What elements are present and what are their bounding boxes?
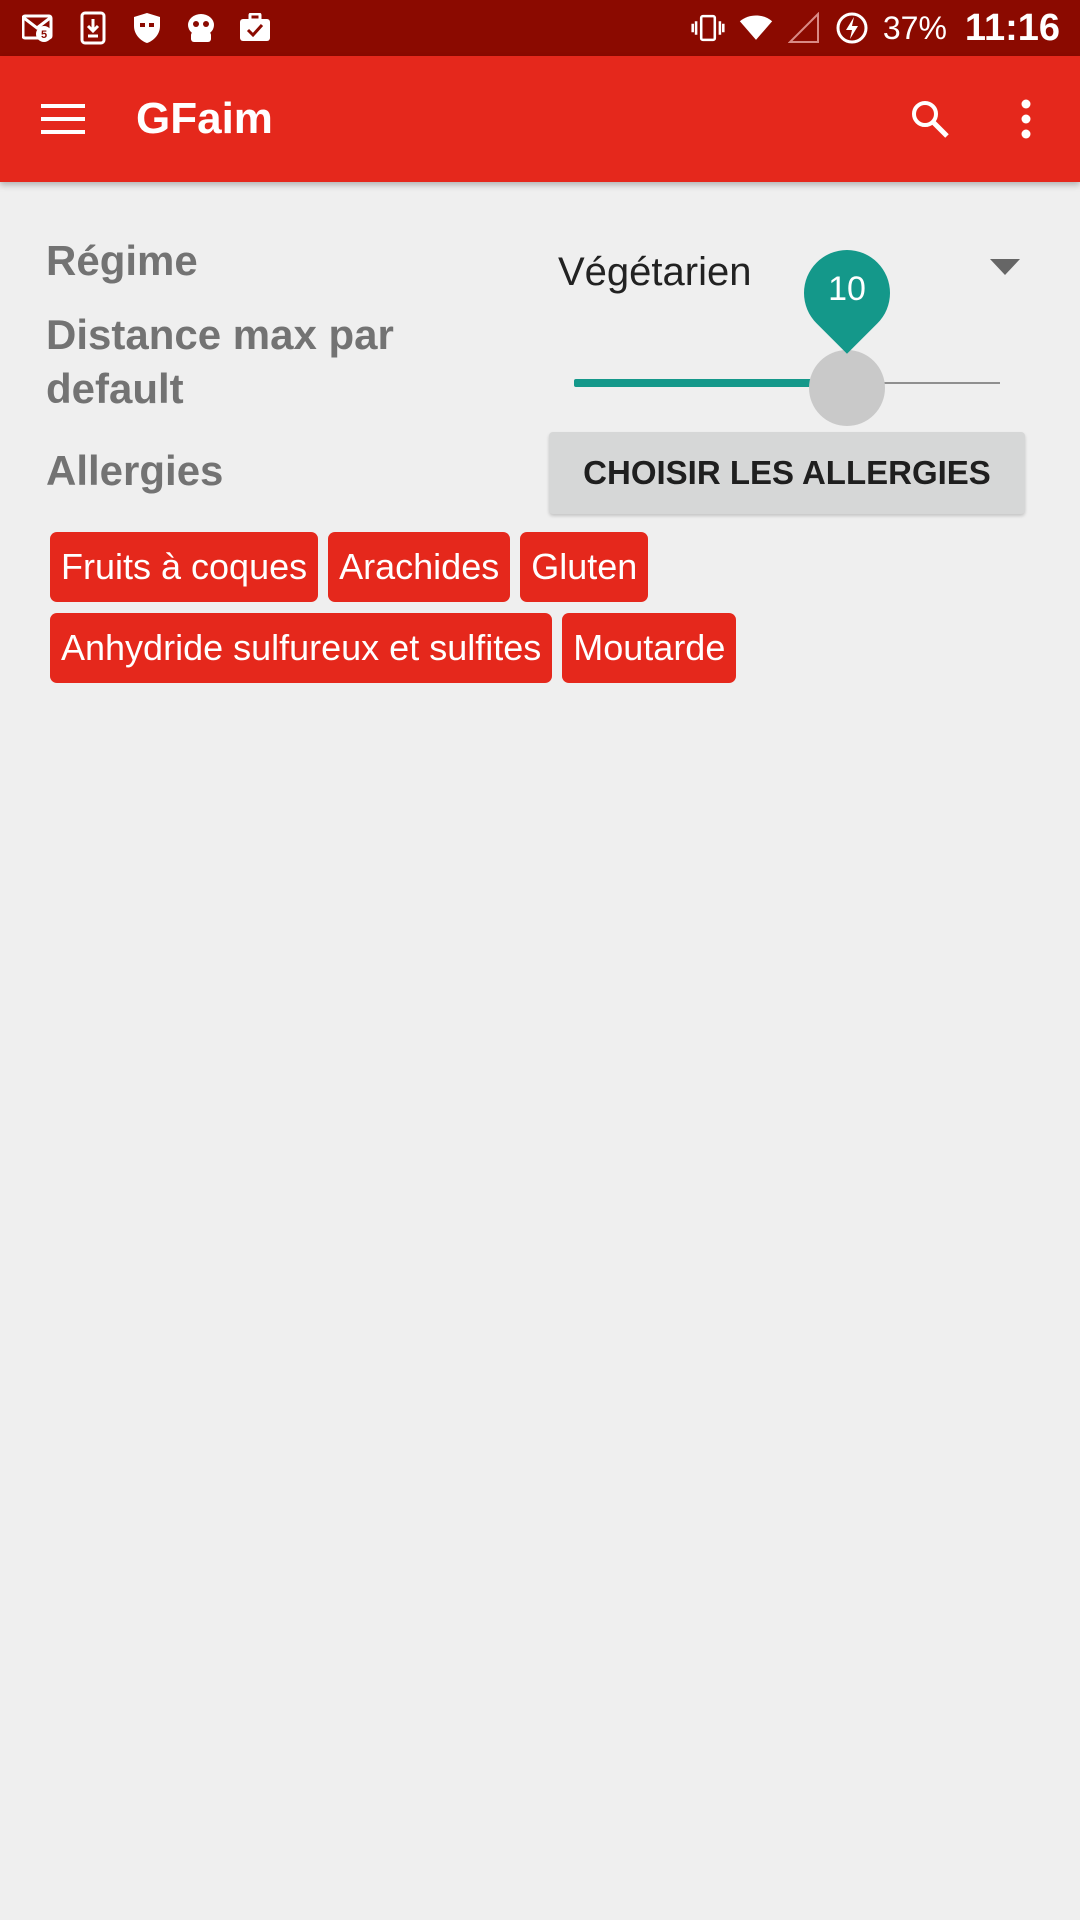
status-bar: 5 37% 11:16 [0, 0, 1080, 56]
signal-icon [787, 11, 821, 45]
gmail-badge: 5 [41, 29, 47, 41]
slider-thumb[interactable] [809, 350, 885, 426]
allergy-chip[interactable]: Anhydride sulfureux et sulfites [50, 613, 553, 683]
battery-percent: 37% [882, 9, 947, 46]
dropdown-arrow-icon [990, 259, 1020, 275]
briefcase-check-icon [238, 11, 272, 45]
regime-dropdown[interactable]: Végétarien [558, 237, 1028, 307]
more-options-icon[interactable] [986, 79, 1066, 159]
regime-label: Régime [46, 237, 198, 284]
settings-form: Régime Végétarien Distance max par defau… [0, 182, 1080, 1920]
distance-slider[interactable]: 10 [574, 232, 1000, 426]
allergy-chip[interactable]: Arachides [328, 532, 511, 602]
allergies-label: Allergies [46, 447, 224, 494]
slider-value: 10 [828, 270, 866, 308]
gmail-icon: 5 [22, 11, 56, 45]
notification-icons: 5 [0, 11, 292, 45]
cyanogen-icon [184, 11, 218, 45]
menu-icon[interactable] [28, 84, 98, 154]
download-icon [76, 11, 110, 45]
search-icon[interactable] [890, 79, 970, 159]
distance-label: Distance max par default [46, 311, 394, 412]
vibrate-icon [691, 11, 725, 45]
allergy-chips: Fruits à coques Arachides Gluten Anhydride … [50, 532, 1030, 694]
app-bar: GFaim [0, 56, 1080, 182]
allergy-chip[interactable]: Gluten [520, 532, 649, 602]
allergy-chip[interactable]: Moutarde [562, 613, 737, 683]
allergy-chip[interactable]: Fruits à coques [50, 532, 319, 602]
slider-fill [574, 379, 847, 387]
wifi-icon [739, 11, 773, 45]
shield-icon [130, 11, 164, 45]
clock: 11:16 [964, 6, 1060, 49]
app-title: GFaim [136, 94, 273, 143]
regime-value: Végétarien [558, 249, 752, 294]
battery-charging-icon [835, 11, 869, 45]
choose-allergies-button[interactable]: CHOISIR LES ALLERGIES [549, 432, 1025, 514]
